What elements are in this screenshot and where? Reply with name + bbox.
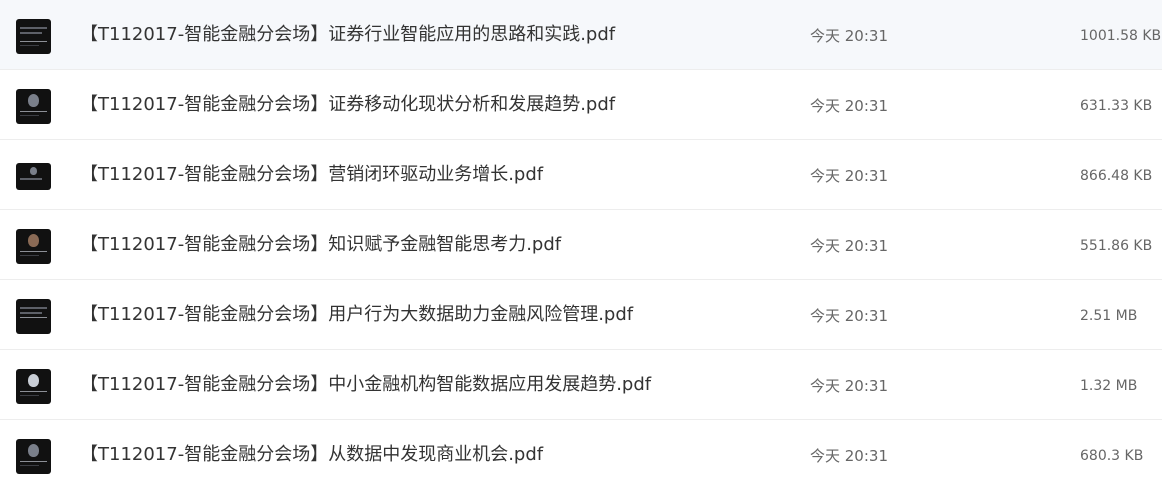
file-date: 今天 20:31 [810,27,888,45]
file-row[interactable]: 【T112017-智能金融分会场】从数据中发现商业机会.pdf 今天 20:31… [0,420,1162,490]
pdf-cover-thumbnail [16,229,51,264]
file-row[interactable]: 【T112017-智能金融分会场】中小金融机构智能数据应用发展趋势.pdf 今天… [0,350,1162,420]
file-size: 1.32 MB [1080,378,1138,394]
pdf-cover-thumbnail [16,439,51,474]
file-date: 今天 20:31 [810,237,888,255]
pdf-cover-thumbnail [16,299,51,334]
file-size: 631.33 KB [1080,98,1153,114]
pdf-cover-thumbnail [16,19,51,54]
file-date: 今天 20:31 [810,97,888,115]
file-name[interactable]: 【T112017-智能金融分会场】营销闭环驱动业务增长.pdf [80,164,543,186]
file-size: 680.3 KB [1080,448,1144,464]
file-row[interactable]: 【T112017-智能金融分会场】证券行业智能应用的思路和实践.pdf 今天 2… [0,0,1162,70]
file-size: 1001.58 KB [1080,28,1162,44]
file-date: 今天 20:31 [810,447,888,465]
file-name[interactable]: 【T112017-智能金融分会场】用户行为大数据助力金融风险管理.pdf [80,304,633,326]
file-name[interactable]: 【T112017-智能金融分会场】证券移动化现状分析和发展趋势.pdf [80,94,615,116]
file-size: 551.86 KB [1080,238,1153,254]
file-list: 【T112017-智能金融分会场】证券行业智能应用的思路和实践.pdf 今天 2… [0,0,1162,481]
file-name[interactable]: 【T112017-智能金融分会场】中小金融机构智能数据应用发展趋势.pdf [80,374,651,396]
file-size: 866.48 KB [1080,168,1153,184]
pdf-cover-thumbnail [16,89,51,124]
file-date: 今天 20:31 [810,377,888,395]
file-row[interactable]: 【T112017-智能金融分会场】用户行为大数据助力金融风险管理.pdf 今天 … [0,280,1162,350]
file-date: 今天 20:31 [810,307,888,325]
file-name[interactable]: 【T112017-智能金融分会场】知识赋予金融智能思考力.pdf [80,234,561,256]
pdf-cover-thumbnail [16,163,51,190]
file-name[interactable]: 【T112017-智能金融分会场】证券行业智能应用的思路和实践.pdf [80,24,615,46]
file-row[interactable]: 【T112017-智能金融分会场】证券移动化现状分析和发展趋势.pdf 今天 2… [0,70,1162,140]
file-date: 今天 20:31 [810,167,888,185]
file-size: 2.51 MB [1080,308,1138,324]
file-row[interactable]: 【T112017-智能金融分会场】营销闭环驱动业务增长.pdf 今天 20:31… [0,140,1162,210]
file-row[interactable]: 【T112017-智能金融分会场】知识赋予金融智能思考力.pdf 今天 20:3… [0,210,1162,280]
file-name[interactable]: 【T112017-智能金融分会场】从数据中发现商业机会.pdf [80,444,543,466]
pdf-cover-thumbnail [16,369,51,404]
